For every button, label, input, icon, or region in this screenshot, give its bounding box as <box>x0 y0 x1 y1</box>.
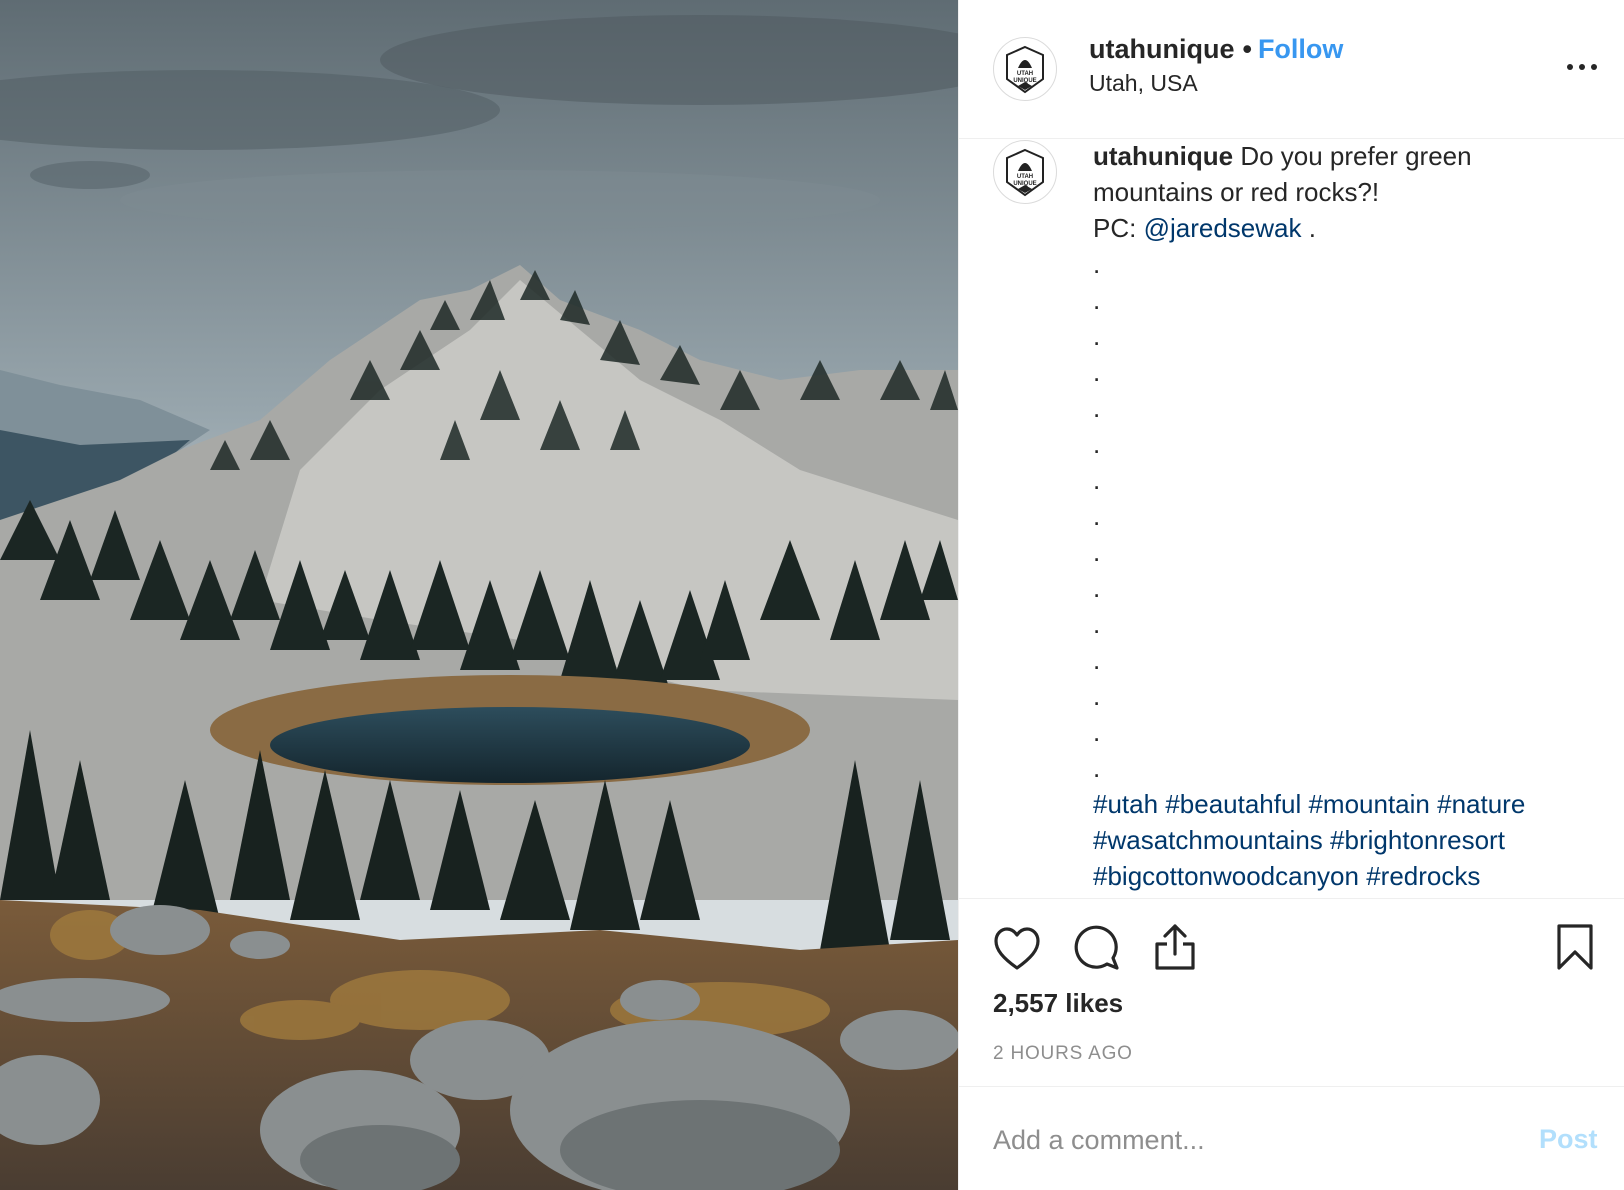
hashtag-link[interactable]: #beautahful <box>1165 789 1301 819</box>
caption-username[interactable]: utahunique <box>1093 141 1233 171</box>
follow-button[interactable]: Follow <box>1258 34 1343 64</box>
caption-first-line: utahunique Do you prefer green mountains… <box>1093 138 1593 210</box>
header-separator: • <box>1242 34 1252 64</box>
caption-dot: . <box>1093 249 1101 279</box>
share-icon[interactable] <box>1153 922 1197 972</box>
more-dot-icon <box>1591 64 1597 70</box>
credit-suffix: . <box>1308 213 1316 243</box>
hashtag-link[interactable]: #brightonresort <box>1330 825 1505 855</box>
caption-dot: . <box>1093 429 1101 459</box>
caption-dot: . <box>1093 717 1101 747</box>
caption-dot-spacer: . . . . . . . . . . . . . . . <box>1093 246 1593 786</box>
caption-dot: . <box>1093 501 1101 531</box>
photographer-mention-link[interactable]: @jaredsewak <box>1144 213 1302 243</box>
hashtag-link[interactable]: #utah <box>1093 789 1158 819</box>
caption-dot: . <box>1093 537 1101 567</box>
caption-dot: . <box>1093 645 1101 675</box>
caption-credit: PC: @jaredsewak . <box>1093 210 1593 246</box>
comment-divider <box>959 1086 1624 1087</box>
caption-dot: . <box>1093 285 1101 315</box>
hashtag-link[interactable]: #wasatchmountains <box>1093 825 1323 855</box>
credit-prefix: PC: <box>1093 213 1137 243</box>
caption-avatar[interactable]: UTAH UNIQUE <box>993 140 1057 204</box>
post-username[interactable]: utahunique <box>1089 34 1234 64</box>
hashtag-link[interactable]: #bigcottonwoodcanyon <box>1093 861 1359 891</box>
bookmark-icon[interactable] <box>1555 922 1595 972</box>
caption-dot: . <box>1093 753 1101 783</box>
post-header-user-row: utahunique • Follow <box>1089 34 1343 65</box>
caption-dot: . <box>1093 465 1101 495</box>
actions-divider <box>959 898 1624 899</box>
post-timestamp[interactable]: 2 HOURS AGO <box>993 1043 1133 1065</box>
post-details-panel: UTAH UNIQUE utahunique • Follow Utah, USA … <box>958 0 1624 1190</box>
caption-dot: . <box>1093 357 1101 387</box>
mountain-lake-photo <box>0 0 958 1190</box>
likes-count[interactable]: 2,557 likes <box>993 988 1123 1019</box>
hashtag-link[interactable]: #redrocks <box>1366 861 1480 891</box>
post-caption: utahunique Do you prefer green mountains… <box>1093 138 1593 894</box>
caption-dot: . <box>1093 321 1101 351</box>
more-options-button[interactable] <box>1563 48 1603 84</box>
post-location[interactable]: Utah, USA <box>1089 70 1198 97</box>
heart-icon[interactable] <box>993 926 1041 972</box>
hashtag-link[interactable]: #nature <box>1437 789 1525 819</box>
utah-unique-logo-icon: UTAH UNIQUE <box>1006 148 1044 197</box>
caption-dot: . <box>1093 681 1101 711</box>
caption-dot: . <box>1093 609 1101 639</box>
instagram-post: UTAH UNIQUE utahunique • Follow Utah, USA … <box>0 0 1624 1190</box>
post-comment-button[interactable]: Post <box>1539 1124 1598 1155</box>
hashtag-link[interactable]: #mountain <box>1308 789 1429 819</box>
comment-icon[interactable] <box>1073 924 1121 972</box>
post-photo[interactable] <box>0 0 958 1190</box>
more-dot-icon <box>1579 64 1585 70</box>
profile-avatar[interactable]: UTAH UNIQUE <box>993 37 1057 101</box>
avatar-text-top: UTAH <box>1017 71 1033 77</box>
comment-input[interactable] <box>993 1120 1513 1160</box>
caption-hashtags: #utah #beautahful #mountain #nature #was… <box>1093 786 1593 894</box>
more-dot-icon <box>1567 64 1573 70</box>
avatar-text-top: UTAH <box>1017 174 1033 180</box>
caption-dot: . <box>1093 393 1101 423</box>
utah-unique-logo-icon: UTAH UNIQUE <box>1006 45 1044 94</box>
caption-dot: . <box>1093 573 1101 603</box>
